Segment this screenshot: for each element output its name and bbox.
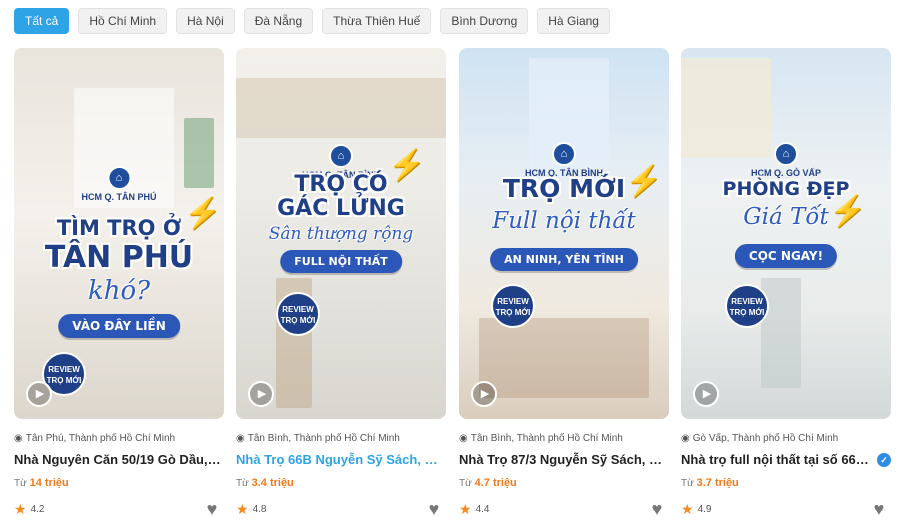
thumb-banner: FULL NỘI THẤT <box>280 250 402 273</box>
map-pin-icon: ⌂ <box>107 166 131 190</box>
play-icon[interactable]: ▶ <box>248 381 274 407</box>
listing-price: Từ 4.7 triệu <box>459 477 517 489</box>
play-icon[interactable]: ▶ <box>26 381 52 407</box>
play-icon[interactable]: ▶ <box>471 381 497 407</box>
door-decoration <box>184 118 214 188</box>
lightning-icon: ⚡ <box>829 195 867 228</box>
location-pin-icon: ◉ <box>14 433 23 444</box>
listing-location: ◉ Tân Phú, Thành phố Hồ Chí Minh <box>14 433 176 444</box>
favorite-heart-icon[interactable]: ♥ <box>867 497 891 521</box>
district-label: Q. GÒ VẤP <box>774 168 822 178</box>
listing-thumbnail[interactable]: ⌂ HCM Q. TÂN BÌNH TRỌ CÓ GÁC LỬNG Sân th… <box>236 48 446 419</box>
thumb-banner: AN NINH, YÊN TĨNH <box>490 248 638 271</box>
review-stamp: REVIEW TRỌ MỚI <box>276 292 320 336</box>
listing-location: ◉ Gò Vấp, Thành phố Hồ Chí Minh <box>681 433 839 444</box>
filter-chip-ho-chi-minh[interactable]: Hồ Chí Minh <box>78 8 168 34</box>
review-stamp: REVIEW TRỌ MỚI <box>491 284 535 328</box>
thumb-script: khó? <box>87 276 151 306</box>
listing-price: Từ 3.7 triệu <box>681 477 739 489</box>
location-pin-icon: ◉ <box>236 433 245 444</box>
listing-rating: ★ 4.9 <box>681 500 712 517</box>
listing-card[interactable]: ⌂ HCM Q. TÂN BÌNH TRỌ CÓ GÁC LỬNG Sân th… <box>236 48 446 521</box>
star-icon: ★ <box>681 500 694 517</box>
favorite-heart-icon[interactable]: ♥ <box>645 497 669 521</box>
district-pin: ⌂ HCM Q. GÒ VẤP <box>751 142 821 178</box>
filter-bar: Tất cả Hồ Chí Minh Hà Nội Đà Nẵng Thừa T… <box>14 8 610 34</box>
star-icon: ★ <box>14 500 27 517</box>
thumb-script: Full nội thất <box>492 208 636 234</box>
listing-title[interactable]: Nhà Trọ 66B Nguyễn Sỹ Sách, Phườ... <box>236 452 446 467</box>
listing-location: ◉ Tân Bình, Thành phố Hồ Chí Minh <box>236 433 400 444</box>
map-pin-icon: ⌂ <box>328 144 353 168</box>
map-pin-icon: ⌂ <box>774 142 798 166</box>
listing-price: Từ 14 triệu <box>14 477 69 489</box>
listing-title[interactable]: Nhà trọ full nội thất tại số 66D Đ... ✓ <box>681 452 891 467</box>
city-label: HCM <box>750 168 772 178</box>
listing-location: ◉ Tân Bình, Thành phố Hồ Chí Minh <box>459 433 623 444</box>
listing-rating: ★ 4.4 <box>459 500 490 517</box>
district-pin: ⌂ HCM Q. TÂN BÌNH <box>525 142 603 178</box>
thumb-headline-2: GÁC LỬNG <box>277 196 405 221</box>
play-icon[interactable]: ▶ <box>693 381 719 407</box>
thumb-banner: CỌC NGAY! <box>734 244 838 268</box>
favorite-heart-icon[interactable]: ♥ <box>422 497 446 521</box>
filter-chip-thua-thien-hue[interactable]: Thừa Thiên Huế <box>322 8 432 34</box>
city-label: HCM <box>81 192 102 202</box>
listing-card[interactable]: ⌂ HCM Q. GÒ VẤP PHÒNG ĐẸP Giá Tốt ⚡ CỌC … <box>681 48 891 521</box>
lightning-icon: ⚡ <box>625 165 663 198</box>
star-icon: ★ <box>236 500 249 517</box>
favorite-heart-icon[interactable]: ♥ <box>200 497 224 521</box>
district-pin: ⌂ HCM Q. TÂN PHÚ <box>81 166 157 202</box>
filter-chip-da-nang[interactable]: Đà Nẵng <box>243 8 314 34</box>
map-pin-icon: ⌂ <box>551 142 576 166</box>
thumb-banner: VÀO ĐÂY LIỀN <box>58 314 180 338</box>
listing-title[interactable]: Nhà Trọ 87/3 Nguyễn Sỹ Sách, Phườ... <box>459 452 669 467</box>
location-pin-icon: ◉ <box>681 433 690 444</box>
door-decoration <box>761 278 801 388</box>
lightning-icon: ⚡ <box>388 149 426 182</box>
star-icon: ★ <box>459 500 472 517</box>
thumb-headline-2: TÂN PHÚ <box>44 240 194 275</box>
listing-rating: ★ 4.2 <box>14 500 45 517</box>
location-pin-icon: ◉ <box>459 433 468 444</box>
filter-chip-ha-giang[interactable]: Hà Giang <box>537 8 610 34</box>
filter-chip-all[interactable]: Tất cả <box>14 8 70 34</box>
room-decoration <box>479 318 649 398</box>
listing-title[interactable]: Nhà Nguyên Căn 50/19 Gò Dầu, Tân ... <box>14 452 224 467</box>
filter-chip-ha-noi[interactable]: Hà Nội <box>176 8 235 34</box>
listing-rating: ★ 4.8 <box>236 500 267 517</box>
lightning-icon: ⚡ <box>184 197 222 230</box>
listing-thumbnail[interactable]: ⌂ HCM Q. TÂN PHÚ TÌM TRỌ Ở TÂN PHÚ khó? … <box>14 48 224 419</box>
verified-check-icon: ✓ <box>877 452 891 467</box>
listing-card[interactable]: ⌂ HCM Q. TÂN BÌNH TRỌ MỚI Full nội thất … <box>459 48 669 521</box>
listing-card[interactable]: ⌂ HCM Q. TÂN PHÚ TÌM TRỌ Ở TÂN PHÚ khó? … <box>14 48 224 521</box>
review-stamp: REVIEW TRỌ MỚI <box>725 284 769 328</box>
listing-price: Từ 3.4 triệu <box>236 477 294 489</box>
thumb-script: Sân thượng rộng <box>268 224 414 244</box>
ceiling-decoration <box>236 78 446 138</box>
filter-chip-binh-duong[interactable]: Bình Dương <box>440 8 529 34</box>
listing-thumbnail[interactable]: ⌂ HCM Q. TÂN BÌNH TRỌ MỚI Full nội thất … <box>459 48 669 419</box>
district-label: Q. TÂN PHÚ <box>104 192 157 202</box>
listing-thumbnail[interactable]: ⌂ HCM Q. GÒ VẤP PHÒNG ĐẸP Giá Tốt ⚡ CỌC … <box>681 48 891 419</box>
